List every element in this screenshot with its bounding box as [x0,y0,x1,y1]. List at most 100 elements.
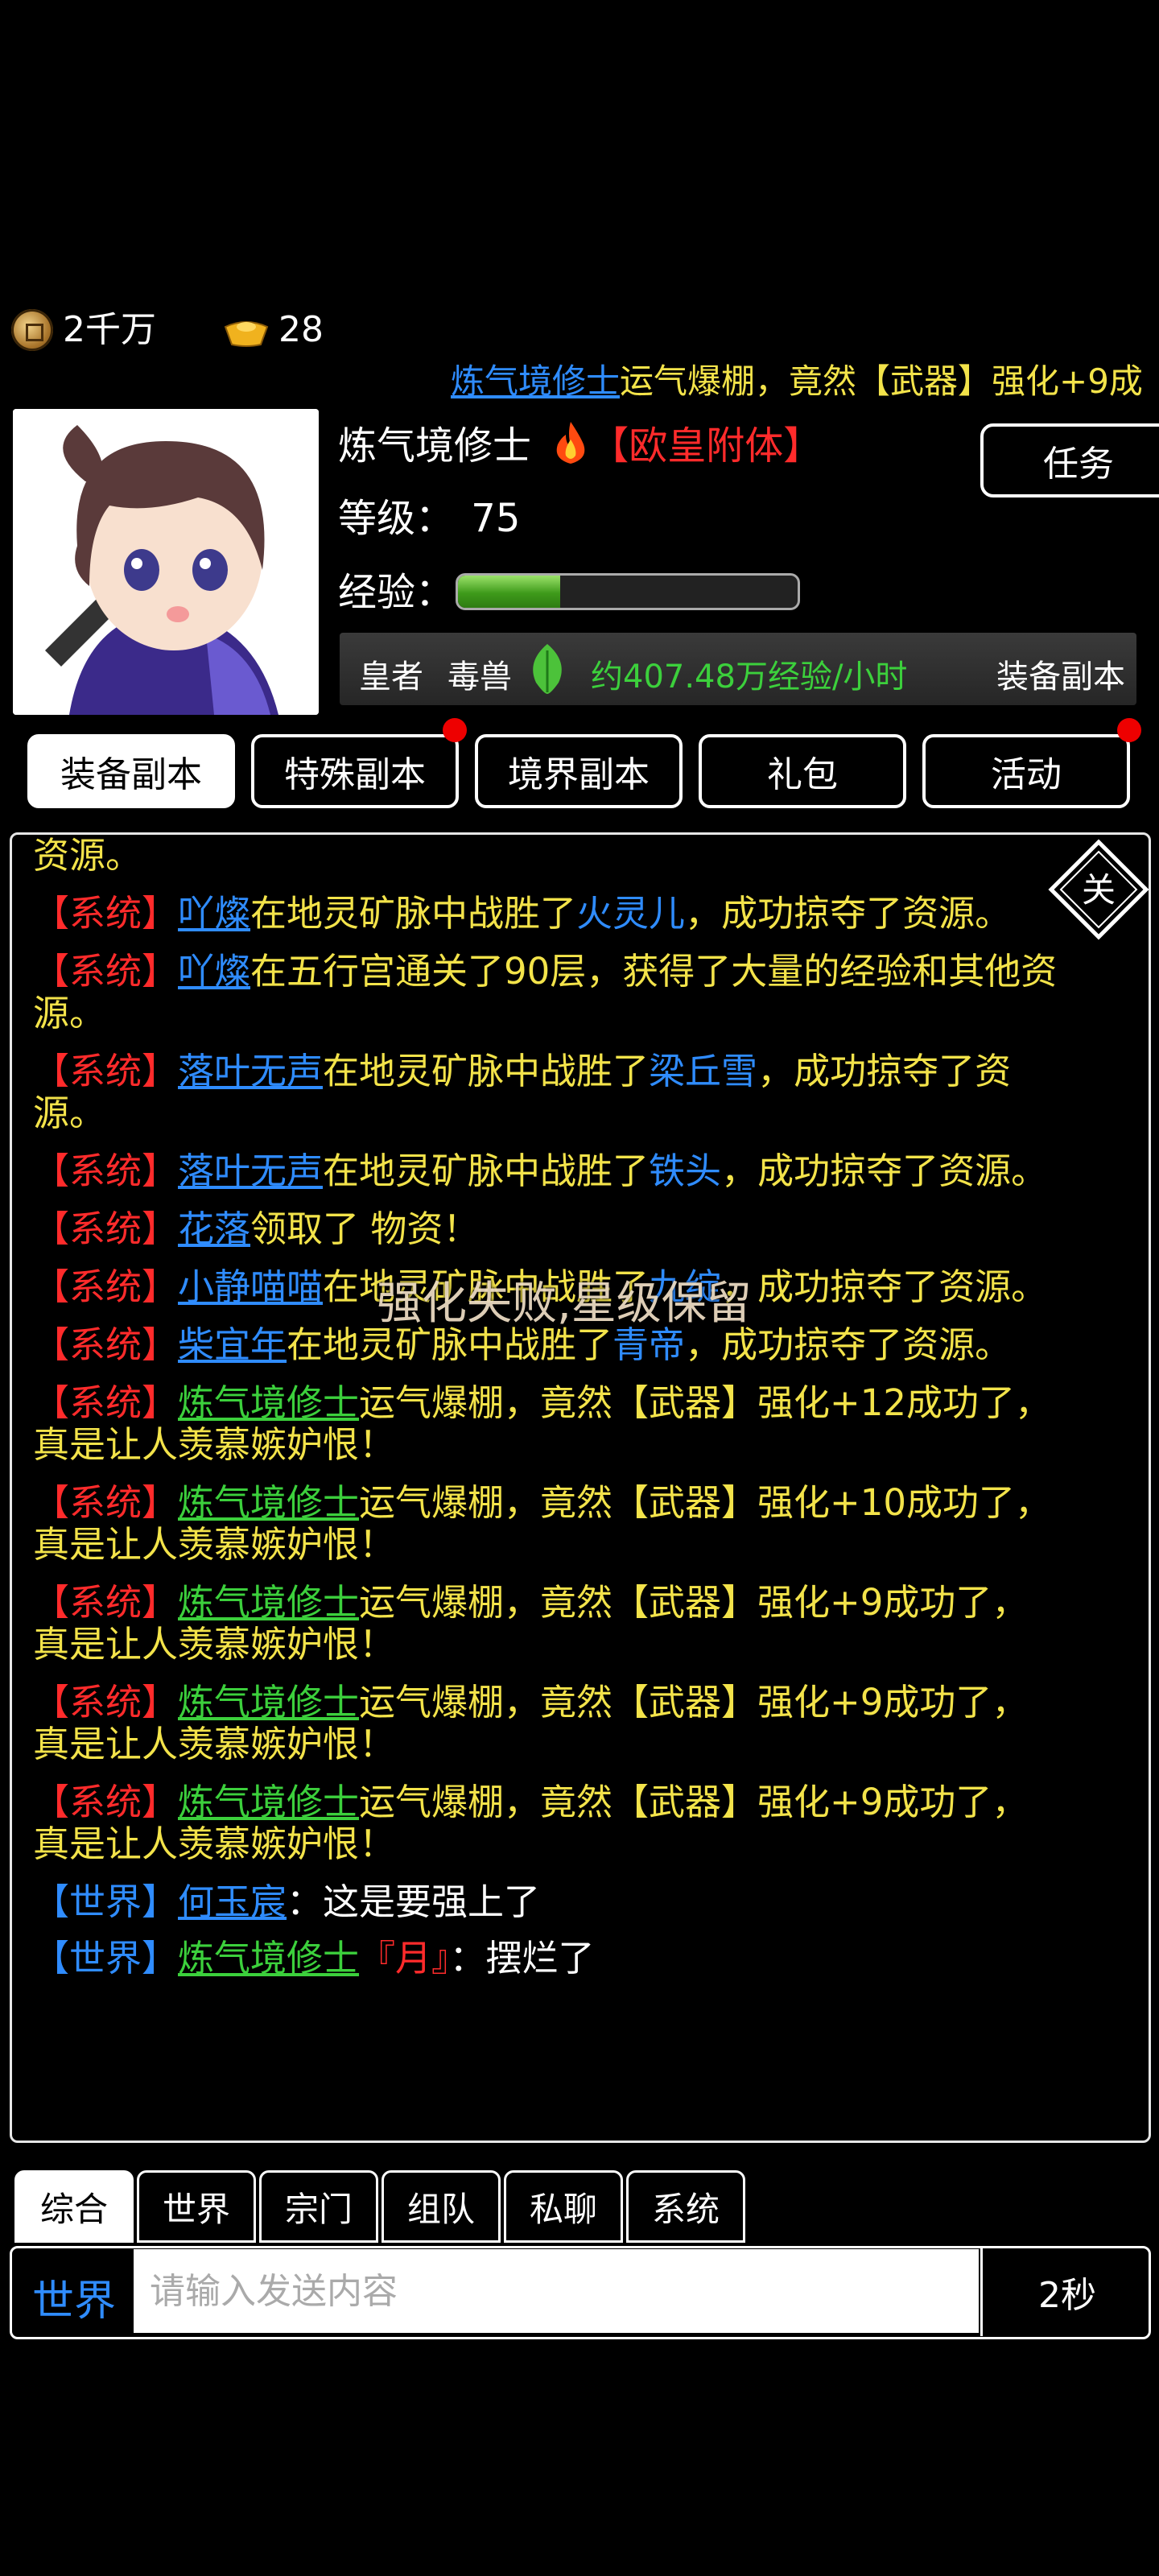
notification-dot [1117,718,1141,742]
chat-message: 【系统】吖燦在地灵矿脉中战胜了火灵儿，成功掠夺了资源。 [33,893,1063,935]
chat-tab-system[interactable]: 系统 [626,2170,745,2243]
player-name-link[interactable]: 炼气境修士 [178,1681,359,1724]
player-name-link[interactable]: 炼气境修士 [178,1937,359,1979]
target-name[interactable]: 火灵儿 [576,892,685,935]
player-name-line: 炼气境修士 【欧皇附体】 [338,420,822,472]
level-row: 等级： 75 [338,493,520,544]
message-text: ，成功掠夺了资源。 [721,1265,1048,1308]
message-text: 物资！ [359,1208,480,1250]
chat-tab-private[interactable]: 私聊 [504,2170,623,2243]
chat-message-list: 资源。 【系统】吖燦在地灵矿脉中战胜了火灵儿，成功掠夺了资源。 【系统】吖燦在五行宫… [33,835,1063,1994]
player-name-link[interactable]: 何玉宸 [178,1880,287,1923]
message-text: ：摆烂了 [449,1937,595,1979]
tab-gift-pack[interactable]: 礼包 [699,734,906,808]
message-text: 在地灵矿脉中战胜了 [323,1150,650,1192]
rank-label: 皇者 [359,658,423,696]
chat-message: 【系统】炼气境修士运气爆棚，竟然【武器】强化+9成功了，真是让人羡慕嫉妒恨！ [33,1682,1063,1765]
player-name-link[interactable]: 炼气境修士 [178,1481,359,1524]
marquee-text: 运气爆棚，竟然【武器】强化+9成 [620,361,1143,401]
chat-message: 【系统】炼气境修士运气爆棚，竟然【武器】强化+10成功了，真是让人羡慕嫉妒恨！ [33,1482,1063,1566]
gold-ingot-icon [224,321,269,347]
chat-message: 【系统】吖燦在五行宫通关了90层，获得了大量的经验和其他资源。 [33,951,1063,1034]
chat-message: 【系统】落叶无声在地灵矿脉中战胜了铁头，成功掠夺了资源。 [33,1150,1063,1192]
toast-message: 强化失败,星级保留 [377,1278,752,1330]
chat-tab-world[interactable]: 世界 [137,2170,256,2243]
notification-dot [443,718,467,742]
world-message: 【世界】炼气境修士『月』：摆烂了 [33,1938,1063,1979]
player-title: 『月』 [359,1937,450,1979]
beast-label: 毒兽 [448,658,512,696]
level-label: 等级： [338,496,455,541]
level-value: 75 [471,496,521,541]
player-name-link[interactable]: 吖燦 [178,892,250,935]
system-tag: 【系统】 [33,1208,179,1250]
system-tag: 【系统】 [33,1050,179,1092]
player-name-link[interactable]: 吖燦 [178,950,250,993]
message-text: ：这是要强上了 [287,1880,541,1923]
system-tag: 【系统】 [33,1481,179,1524]
message-text: ，成功掠夺了资源。 [685,892,1012,935]
task-button[interactable]: 任务 [980,423,1159,497]
close-label: 关 [1082,870,1116,910]
system-tag: 【系统】 [33,950,179,993]
copper-coin-icon [11,309,53,351]
world-tag: 【世界】 [33,1937,179,1979]
character-portrait-icon [13,409,319,715]
exp-label: 经验： [338,570,455,615]
system-tag: 【系统】 [33,1150,179,1192]
avatar[interactable] [13,409,319,715]
world-message: 【世界】何玉宸：这是要强上了 [33,1881,1063,1923]
system-tag: 【系统】 [33,892,179,935]
tab-special-dungeon[interactable]: 特殊副本 [251,734,459,808]
player-name-link[interactable]: 炼气境修士 [178,1781,359,1823]
chat-panel[interactable]: 资源。 【系统】吖燦在地灵矿脉中战胜了火灵儿，成功掠夺了资源。 【系统】吖燦在五行宫… [10,832,1151,2143]
broadcast-marquee: 炼气境修士运气爆棚，竟然【武器】强化+9成 [451,359,1159,404]
system-tag: 【系统】 [33,1323,179,1366]
tab-events[interactable]: 活动 [922,734,1130,808]
chat-tab-sect[interactable]: 宗门 [259,2170,378,2243]
status-strip: 皇者 毒兽 约407.48万经验/小时 装备副本 [340,633,1136,705]
system-tag: 【系统】 [33,1781,179,1823]
player-name-link[interactable]: 炼气境修士 [178,1381,359,1424]
vip-title: 【欧皇附体】 [590,423,823,469]
marquee-player-link[interactable]: 炼气境修士 [451,361,620,401]
current-dungeon[interactable]: 装备副本 [996,650,1125,697]
message-text: 在地灵矿脉中战胜了 [323,1050,650,1092]
player-name: 炼气境修士 [338,423,532,469]
system-tag: 【系统】 [33,1581,179,1624]
player-name-link[interactable]: 柴宜年 [178,1323,287,1366]
chat-tab-team[interactable]: 组队 [382,2170,501,2243]
message-text: ，成功掠夺了资源。 [721,1150,1048,1192]
player-name-link[interactable]: 小静喵喵 [178,1265,323,1308]
tab-realm-dungeon[interactable]: 境界副本 [475,734,683,808]
system-tag: 【系统】 [33,1265,179,1308]
send-button[interactable]: 2秒 [980,2248,1152,2336]
message-text: 领取了 [250,1208,360,1250]
target-name[interactable]: 铁头 [649,1150,721,1192]
chat-message: 【系统】落叶无声在地灵矿脉中战胜了梁丘雪，成功掠夺了资源。 [33,1051,1063,1134]
chat-message: 【系统】炼气境修士运气爆棚，竟然【武器】强化+12成功了，真是让人羡慕嫉妒恨！ [33,1382,1063,1466]
message-text: 资源。 [33,834,142,877]
world-tag: 【世界】 [33,1880,179,1923]
player-name-link[interactable]: 落叶无声 [178,1050,323,1092]
target-name[interactable]: 梁丘雪 [649,1050,757,1092]
player-name-link[interactable]: 炼气境修士 [178,1581,359,1624]
chat-input[interactable] [134,2249,979,2333]
close-chat-button[interactable]: 关 [1046,837,1151,942]
leaf-icon [533,644,562,694]
coin-amount: 2千万 [63,309,156,350]
ingot-amount: 28 [278,309,324,350]
chat-message: 资源。 [33,835,1063,877]
exp-progress-fill [458,576,560,608]
player-name-link[interactable]: 落叶无声 [178,1150,323,1192]
channel-selector[interactable]: 世界 [32,2267,116,2327]
chat-tab-all[interactable]: 综合 [14,2170,134,2243]
player-name-link[interactable]: 花落 [178,1208,250,1250]
tab-equipment-dungeon[interactable]: 装备副本 [27,734,235,808]
exp-progress-bar [456,573,800,610]
chat-message: 【系统】花落领取了 物资！ [33,1208,1063,1250]
system-tag: 【系统】 [33,1681,179,1724]
system-tag: 【系统】 [33,1381,179,1424]
exp-rate: 约407.48万经验/小时 [591,658,908,696]
chat-message: 【系统】炼气境修士运气爆棚，竟然【武器】强化+9成功了，真是让人羡慕嫉妒恨！ [33,1781,1063,1865]
